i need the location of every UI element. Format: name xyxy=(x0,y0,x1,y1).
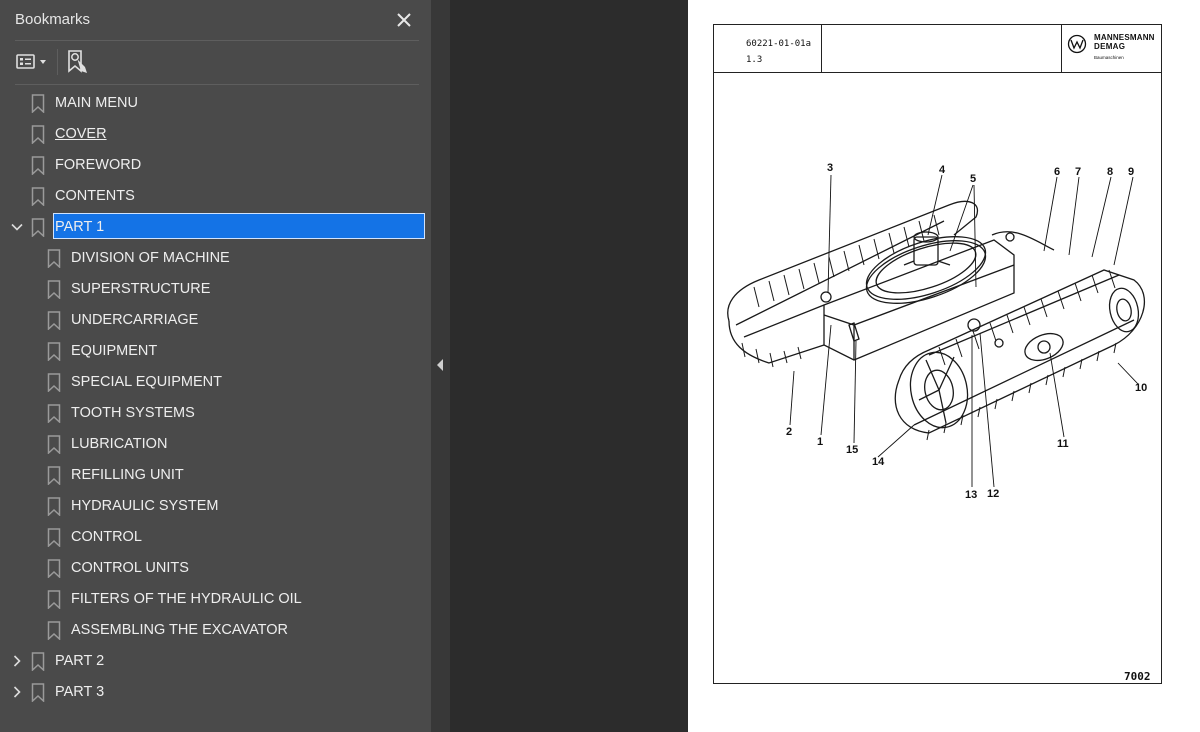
bookmark-item[interactable]: MAIN MENU xyxy=(0,88,431,119)
callout-4: 4 xyxy=(939,164,946,176)
bookmark-label: FILTERS OF THE HYDRAULIC OIL xyxy=(71,591,302,607)
bookmark-label: REFILLING UNIT xyxy=(71,467,184,483)
close-icon xyxy=(397,13,411,27)
bookmark-label: LUBRICATION xyxy=(71,436,168,452)
bookmark-label: ASSEMBLING THE EXCAVATOR xyxy=(71,622,289,638)
bookmark-label: TOOTH SYSTEMS xyxy=(71,405,195,421)
bookmark-item[interactable]: FOREWORD xyxy=(0,150,431,181)
header-divider xyxy=(15,40,419,41)
callout-5: 5 xyxy=(970,173,976,185)
panel-header: Bookmarks xyxy=(0,0,431,40)
callout-2: 2 xyxy=(786,426,792,438)
bookmark-item[interactable]: DIVISION OF MACHINE xyxy=(0,243,431,274)
chevron-right-icon[interactable] xyxy=(10,685,24,699)
close-panel-button[interactable] xyxy=(392,8,416,32)
toolbar-divider xyxy=(57,49,58,75)
callout-11: 11 xyxy=(1057,438,1069,450)
toolbar-bottom-divider xyxy=(15,84,419,85)
bookmark-icon xyxy=(31,683,45,702)
bookmark-options-button[interactable] xyxy=(15,50,49,74)
callout-8: 8 xyxy=(1107,166,1113,178)
selection-highlight xyxy=(53,213,425,239)
document-page: 60221-01-01a 1.3 MANNESMANN DEMAG Baumas… xyxy=(688,0,1200,732)
bookmark-label: SPECIAL EQUIPMENT xyxy=(71,374,222,390)
find-current-bookmark-button[interactable] xyxy=(66,49,90,75)
bookmark-icon xyxy=(31,187,45,206)
callout-15: 15 xyxy=(846,444,858,456)
callout-10: 10 xyxy=(1135,382,1147,394)
panel-title: Bookmarks xyxy=(15,11,91,28)
bookmark-icon xyxy=(47,466,61,485)
bookmark-item[interactable]: PART 2 xyxy=(0,646,431,677)
bookmark-label: CONTROL xyxy=(71,529,142,545)
bookmark-item[interactable]: UNDERCARRIAGE xyxy=(0,305,431,336)
bookmark-icon xyxy=(31,94,45,113)
callout-14: 14 xyxy=(872,456,885,468)
bookmarks-panel: Bookmarks MAIN MENU COVER FOREWORD CONTENTS… xyxy=(0,0,431,732)
bookmark-label: DIVISION OF MACHINE xyxy=(71,250,230,266)
chevron-right-icon[interactable] xyxy=(10,654,24,668)
callout-1: 1 xyxy=(817,436,823,448)
bookmark-item[interactable]: ASSEMBLING THE EXCAVATOR xyxy=(0,615,431,646)
bookmark-label: EQUIPMENT xyxy=(71,343,158,359)
bookmark-item[interactable]: CONTROL UNITS xyxy=(0,553,431,584)
list-options-icon xyxy=(16,54,46,69)
bookmark-icon xyxy=(47,590,61,609)
panel-splitter[interactable] xyxy=(431,0,450,732)
bookmark-label: SUPERSTRUCTURE xyxy=(71,281,211,297)
bookmark-icon xyxy=(47,342,61,361)
bookmark-icon xyxy=(47,373,61,392)
bookmark-item[interactable]: LUBRICATION xyxy=(0,429,431,460)
callout-7: 7 xyxy=(1075,166,1081,178)
bookmark-item[interactable]: HYDRAULIC SYSTEM xyxy=(0,491,431,522)
bookmark-item[interactable]: CONTROL xyxy=(0,522,431,553)
bookmark-label: PART 2 xyxy=(55,653,105,669)
bookmark-item[interactable]: COVER xyxy=(0,119,431,150)
bookmark-icon xyxy=(47,559,61,578)
callout-6: 6 xyxy=(1054,166,1060,178)
bookmark-icon xyxy=(47,435,61,454)
document-viewer[interactable]: 60221-01-01a 1.3 MANNESMANN DEMAG Baumas… xyxy=(450,0,1200,732)
callout-13: 13 xyxy=(965,489,977,501)
collapse-panel-icon[interactable] xyxy=(436,358,444,372)
bookmark-label: COVER xyxy=(55,126,107,142)
bookmark-icon xyxy=(47,249,61,268)
bookmark-item[interactable]: SUPERSTRUCTURE xyxy=(0,274,431,305)
bookmark-label: CONTENTS xyxy=(55,188,135,204)
bookmark-icon xyxy=(47,404,61,423)
bookmark-icon xyxy=(47,528,61,547)
bookmark-item[interactable]: EQUIPMENT xyxy=(0,336,431,367)
page-number: 7002 xyxy=(1124,670,1151,683)
bookmark-item[interactable]: SPECIAL EQUIPMENT xyxy=(0,367,431,398)
bookmark-icon xyxy=(31,156,45,175)
chevron-down-icon[interactable] xyxy=(10,220,24,234)
find-bookmark-icon xyxy=(68,50,87,73)
bookmark-item[interactable]: REFILLING UNIT xyxy=(0,460,431,491)
bookmark-item[interactable]: CONTENTS xyxy=(0,181,431,212)
bookmark-label: CONTROL UNITS xyxy=(71,560,189,576)
bookmark-label: HYDRAULIC SYSTEM xyxy=(71,498,219,514)
bookmark-item[interactable]: TOOTH SYSTEMS xyxy=(0,398,431,429)
bookmark-icon xyxy=(31,125,45,144)
callout-3: 3 xyxy=(827,162,833,174)
bookmark-label: UNDERCARRIAGE xyxy=(71,312,199,328)
bookmark-item[interactable]: FILTERS OF THE HYDRAULIC OIL xyxy=(0,584,431,615)
bookmark-label: PART 1 xyxy=(55,219,105,235)
undercarriage-drawing: 1 2 3 4 5 6 7 8 9 10 11 12 13 14 15 xyxy=(727,162,1147,501)
callout-9: 9 xyxy=(1128,166,1134,178)
bookmark-label: PART 3 xyxy=(55,684,105,700)
bookmark-icon xyxy=(31,218,45,237)
bookmark-icon xyxy=(47,280,61,299)
bookmark-icon xyxy=(47,497,61,516)
bookmark-item[interactable]: PART 3 xyxy=(0,677,431,708)
callout-12: 12 xyxy=(987,488,999,500)
bookmark-icon xyxy=(47,311,61,330)
bookmark-item[interactable]: PART 1 xyxy=(0,212,431,243)
page-frame: 60221-01-01a 1.3 MANNESMANN DEMAG Baumas… xyxy=(713,24,1162,684)
bookmark-icon xyxy=(47,621,61,640)
bookmark-icon xyxy=(31,652,45,671)
bookmark-label: MAIN MENU xyxy=(55,95,138,111)
bookmark-label: FOREWORD xyxy=(55,157,142,173)
